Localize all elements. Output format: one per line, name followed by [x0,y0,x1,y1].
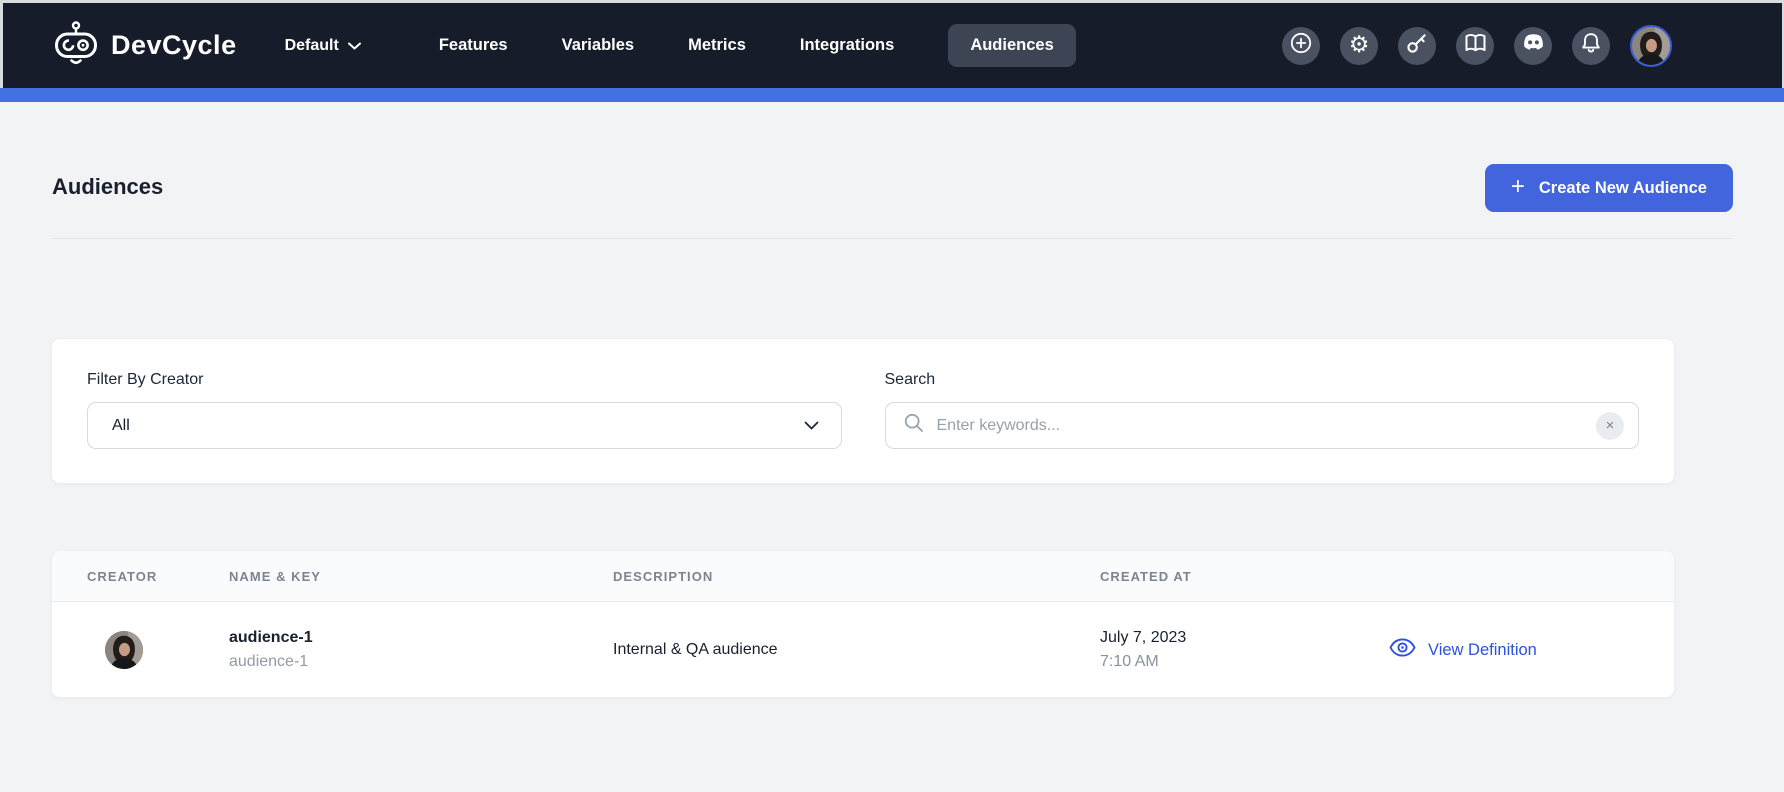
nav-item-metrics[interactable]: Metrics [688,36,746,55]
creator-filter-label: Filter By Creator [87,371,842,389]
search-box: × [885,402,1640,449]
create-button-label: Create New Audience [1539,179,1707,198]
view-definition-label: View Definition [1428,641,1537,660]
top-navbar: DevCycle Default Features Variables Metr… [0,0,1784,88]
chevron-down-icon [804,417,819,435]
table-header-row: Creator Name & Key Description Created A… [52,551,1674,602]
primary-nav: Features Variables Metrics Integrations … [439,24,1076,67]
name-key-cell: audience-1 audience-1 [229,629,613,671]
add-circle-button[interactable] [1282,27,1320,65]
docs-button[interactable] [1456,27,1494,65]
search-filter: Search × [885,371,1640,483]
column-header-description: Description [613,569,1100,584]
devcycle-robot-logo-icon [53,21,99,70]
audience-name: audience-1 [229,629,613,647]
brand[interactable]: DevCycle [53,21,237,70]
search-label: Search [885,371,1640,389]
creator-avatar [105,631,143,669]
page-header: Audiences + Create New Audience [51,102,1733,239]
create-new-audience-button[interactable]: + Create New Audience [1485,164,1733,212]
nav-item-variables[interactable]: Variables [562,36,634,55]
key-icon [1406,32,1428,59]
settings-button[interactable]: ⚙ [1340,27,1378,65]
filters-card: Filter By Creator All Search × [51,338,1675,484]
project-selector-value: Default [285,37,339,55]
column-header-creator: Creator [87,569,229,584]
search-input[interactable] [937,417,1597,435]
table-row: audience-1 audience-1 Internal & QA audi… [52,602,1674,698]
eye-icon [1389,638,1416,662]
audience-key: audience-1 [229,653,613,671]
brand-name: DevCycle [111,30,237,61]
user-avatar[interactable] [1630,25,1672,67]
clear-search-button[interactable]: × [1596,412,1624,440]
api-keys-button[interactable] [1398,27,1436,65]
plus-circle-icon [1289,31,1313,60]
plus-icon: + [1511,175,1525,199]
creator-filter-value: All [112,417,130,435]
creator-filter: Filter By Creator All [87,371,842,483]
creator-cell [87,631,229,669]
accent-bar [0,88,1784,102]
navbar-actions: ⚙ [1282,25,1672,67]
discord-icon [1522,34,1545,57]
notifications-button[interactable] [1572,27,1610,65]
bell-icon [1580,32,1602,60]
created-date: July 7, 2023 [1100,629,1373,647]
page-title: Audiences [52,174,163,200]
column-header-name-key: Name & Key [229,569,613,584]
book-icon [1464,33,1487,58]
nav-item-features[interactable]: Features [439,36,508,55]
created-time: 7:10 AM [1100,653,1373,671]
chevron-down-icon [348,37,361,55]
created-at-cell: July 7, 2023 7:10 AM [1100,629,1373,671]
discord-button[interactable] [1514,27,1552,65]
project-selector[interactable]: Default [285,37,361,55]
nav-item-audiences[interactable]: Audiences [948,24,1075,67]
description-cell: Internal & QA audience [613,641,1100,659]
gear-icon: ⚙ [1349,34,1370,57]
audiences-table: Creator Name & Key Description Created A… [51,550,1675,698]
view-definition-link[interactable]: View Definition [1389,638,1639,662]
close-icon: × [1606,418,1615,433]
creator-filter-select[interactable]: All [87,402,842,449]
column-header-created-at: Created At [1100,569,1373,584]
search-icon [903,412,925,439]
nav-item-integrations[interactable]: Integrations [800,36,894,55]
